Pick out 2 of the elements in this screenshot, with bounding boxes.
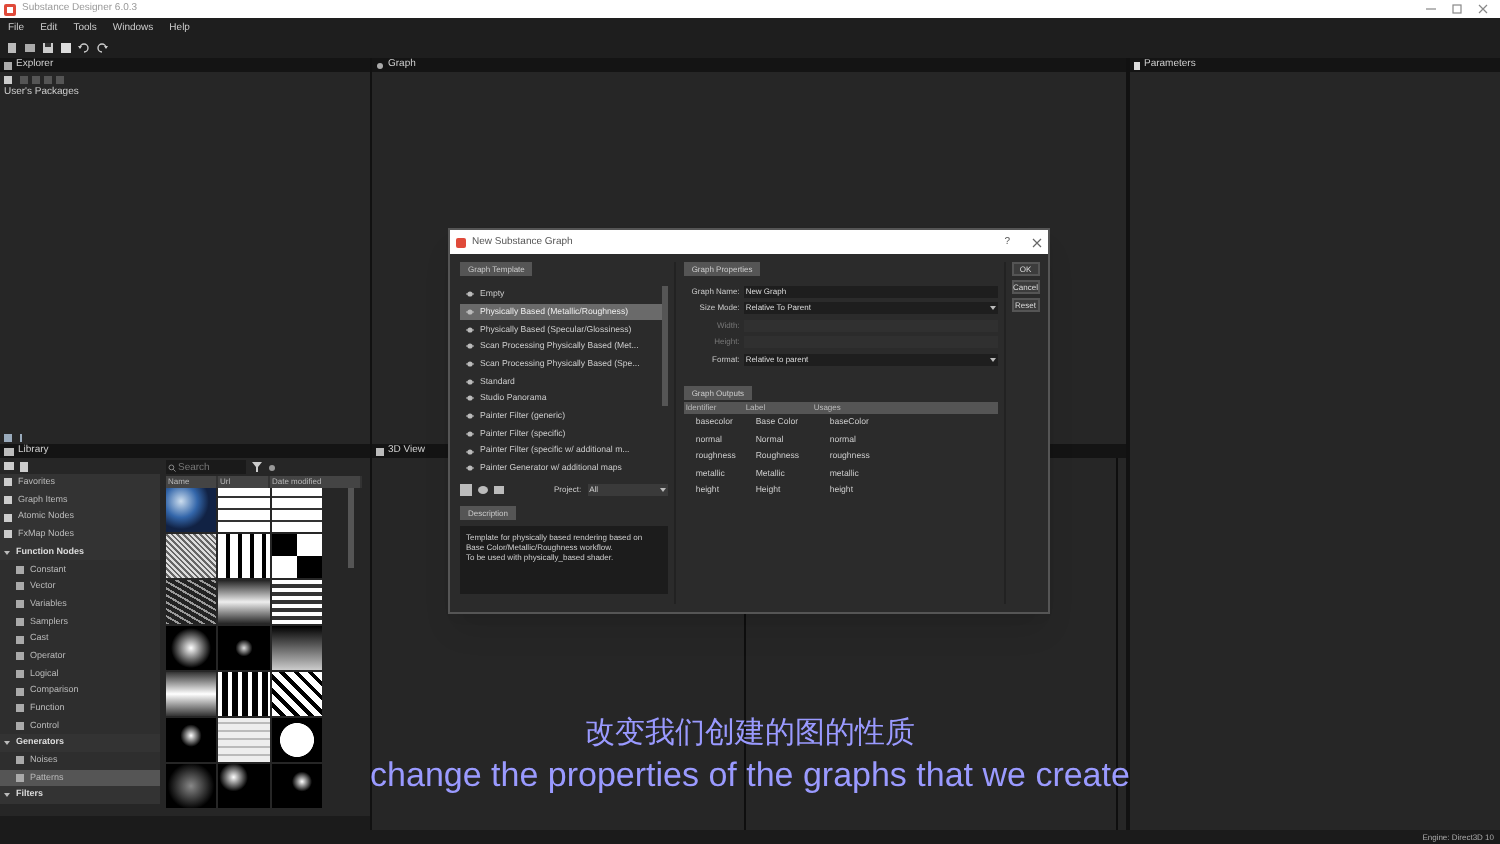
subtitle: change the properties of the graphs that we create xyxy=(370,754,1130,798)
subtitle: 改变我们创建的图的性质 xyxy=(585,714,915,754)
